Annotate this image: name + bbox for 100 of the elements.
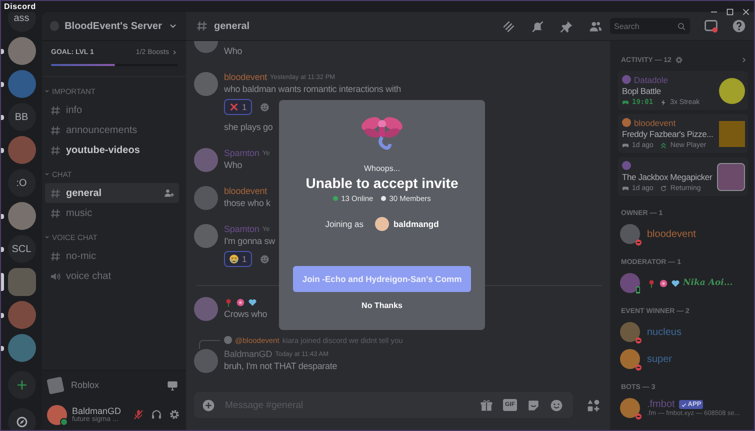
channel-item[interactable]: general	[45, 183, 179, 203]
server-icon[interactable]	[8, 301, 36, 329]
join-button[interactable]: Join -Echo and Hydreigon-San's Comm	[293, 266, 471, 292]
members-icon[interactable]	[589, 20, 602, 32]
server-icon[interactable]: BB	[8, 103, 36, 131]
message-text: I'm gonna sw	[224, 235, 275, 248]
member-name[interactable]: nucleus	[647, 326, 682, 338]
channel-item[interactable]: announcements	[45, 120, 179, 140]
heart-icon	[248, 298, 257, 306]
add-server-button[interactable]	[8, 371, 36, 399]
avatar[interactable]	[620, 349, 640, 369]
avatar[interactable]	[620, 224, 640, 244]
threads-icon[interactable]	[502, 20, 515, 32]
search-field[interactable]: Search	[610, 18, 690, 34]
member-name[interactable]: super	[647, 354, 672, 364]
rose-icon	[224, 298, 233, 306]
server-icon[interactable]: SCL	[8, 235, 36, 263]
channel-item[interactable]: voice chat	[45, 266, 179, 286]
channel-item[interactable]: youtube-videos	[45, 140, 179, 160]
server-icon[interactable]	[8, 268, 36, 296]
no-thanks-button[interactable]: No Thanks	[362, 301, 402, 310]
reaction-button[interactable]: 1	[224, 251, 252, 267]
hash-icon	[50, 208, 61, 218]
member-name[interactable]: Nika Aoi...	[683, 278, 733, 288]
reply-avatar	[224, 336, 232, 344]
author-name[interactable]: bloodevent	[224, 72, 268, 82]
upload-icon[interactable]	[202, 398, 215, 412]
message-text: Who	[224, 159, 242, 172]
channel-item[interactable]: no-mic	[45, 246, 179, 266]
avatar[interactable]	[194, 72, 218, 96]
settings-icon[interactable]	[169, 409, 180, 420]
app-title: Discord	[4, 2, 36, 12]
avatar[interactable]	[194, 224, 218, 248]
do-not-disturb-icon	[635, 364, 642, 371]
chevron-right-icon[interactable]	[740, 56, 748, 64]
game-art	[719, 120, 745, 146]
avatar[interactable]	[620, 322, 640, 342]
avatar[interactable]	[194, 148, 218, 172]
cross-mark-icon	[229, 102, 239, 112]
server-icon[interactable]	[8, 202, 36, 230]
muted-microphone-icon[interactable]	[133, 409, 144, 420]
screen-share-icon[interactable]	[167, 380, 178, 390]
crying-face-icon	[229, 254, 239, 264]
flower-icon	[236, 298, 245, 306]
game-title: Freddy Fazbear's Pizze...	[622, 129, 714, 139]
server-name[interactable]: BloodEvent's Server	[64, 20, 162, 32]
server-icon[interactable]: :O	[8, 169, 36, 197]
discover-button[interactable]	[8, 408, 36, 430]
member-name[interactable]: .fmbot	[647, 399, 675, 410]
muted-bell-icon[interactable]	[531, 20, 544, 32]
message-text: she plays go	[224, 121, 273, 134]
add-reaction-icon[interactable]	[260, 102, 270, 112]
message-text: Crows who	[224, 308, 268, 321]
username: bloodevent	[634, 118, 676, 128]
headphones-icon[interactable]	[151, 409, 162, 420]
avatar[interactable]	[620, 398, 640, 418]
lightning-icon	[660, 98, 668, 106]
settings-icon[interactable]	[675, 56, 684, 64]
inbox-icon[interactable]	[704, 19, 718, 33]
do-not-disturb-icon	[635, 413, 642, 420]
username[interactable]: BaldmanGD	[72, 406, 126, 416]
message-text: Who	[224, 45, 242, 58]
help-icon[interactable]	[732, 19, 746, 33]
channel-item[interactable]: music	[45, 203, 179, 223]
add-reaction-icon[interactable]	[260, 254, 270, 264]
author-name[interactable]: Spamton	[224, 224, 260, 234]
reaction-button[interactable]: 1	[224, 99, 252, 115]
channel-item[interactable]: info	[45, 100, 179, 120]
flower-icon	[659, 278, 668, 288]
avatar[interactable]	[194, 297, 218, 321]
gamepad-icon	[622, 184, 629, 192]
author-name[interactable]: bloodevent	[224, 186, 268, 196]
member-name[interactable]: bloodevent	[647, 228, 696, 240]
members-dot	[381, 196, 386, 201]
search-icon	[677, 22, 686, 30]
server-icon[interactable]: ass	[8, 12, 36, 32]
avatar[interactable]	[620, 273, 640, 293]
server-icon[interactable]	[8, 70, 36, 98]
server-icon[interactable]	[8, 334, 36, 362]
double-arrow-icon	[660, 142, 668, 148]
invite-icon[interactable]	[164, 188, 174, 198]
sticker-icon[interactable]	[527, 398, 540, 412]
username: baldmangd	[393, 219, 439, 229]
return-arrow-icon	[660, 184, 668, 192]
game-title: Bopl Battle	[622, 86, 662, 96]
compass-icon	[16, 416, 28, 428]
author-name[interactable]: BaldmanGD	[224, 349, 272, 359]
author-name[interactable]: Spamton	[224, 148, 260, 158]
emoji-icon[interactable]	[550, 398, 563, 412]
apps-icon[interactable]	[587, 398, 600, 412]
do-not-disturb-icon	[635, 239, 642, 246]
server-icon[interactable]	[8, 136, 36, 164]
gift-icon[interactable]	[480, 398, 493, 412]
pin-icon[interactable]	[560, 20, 573, 32]
maximize-icon[interactable]	[726, 8, 734, 16]
mobile-status-icon	[634, 285, 642, 295]
server-icon[interactable]	[8, 37, 36, 65]
hash-icon	[50, 188, 61, 198]
user-avatar[interactable]	[47, 404, 67, 424]
close-icon[interactable]	[742, 8, 750, 16]
